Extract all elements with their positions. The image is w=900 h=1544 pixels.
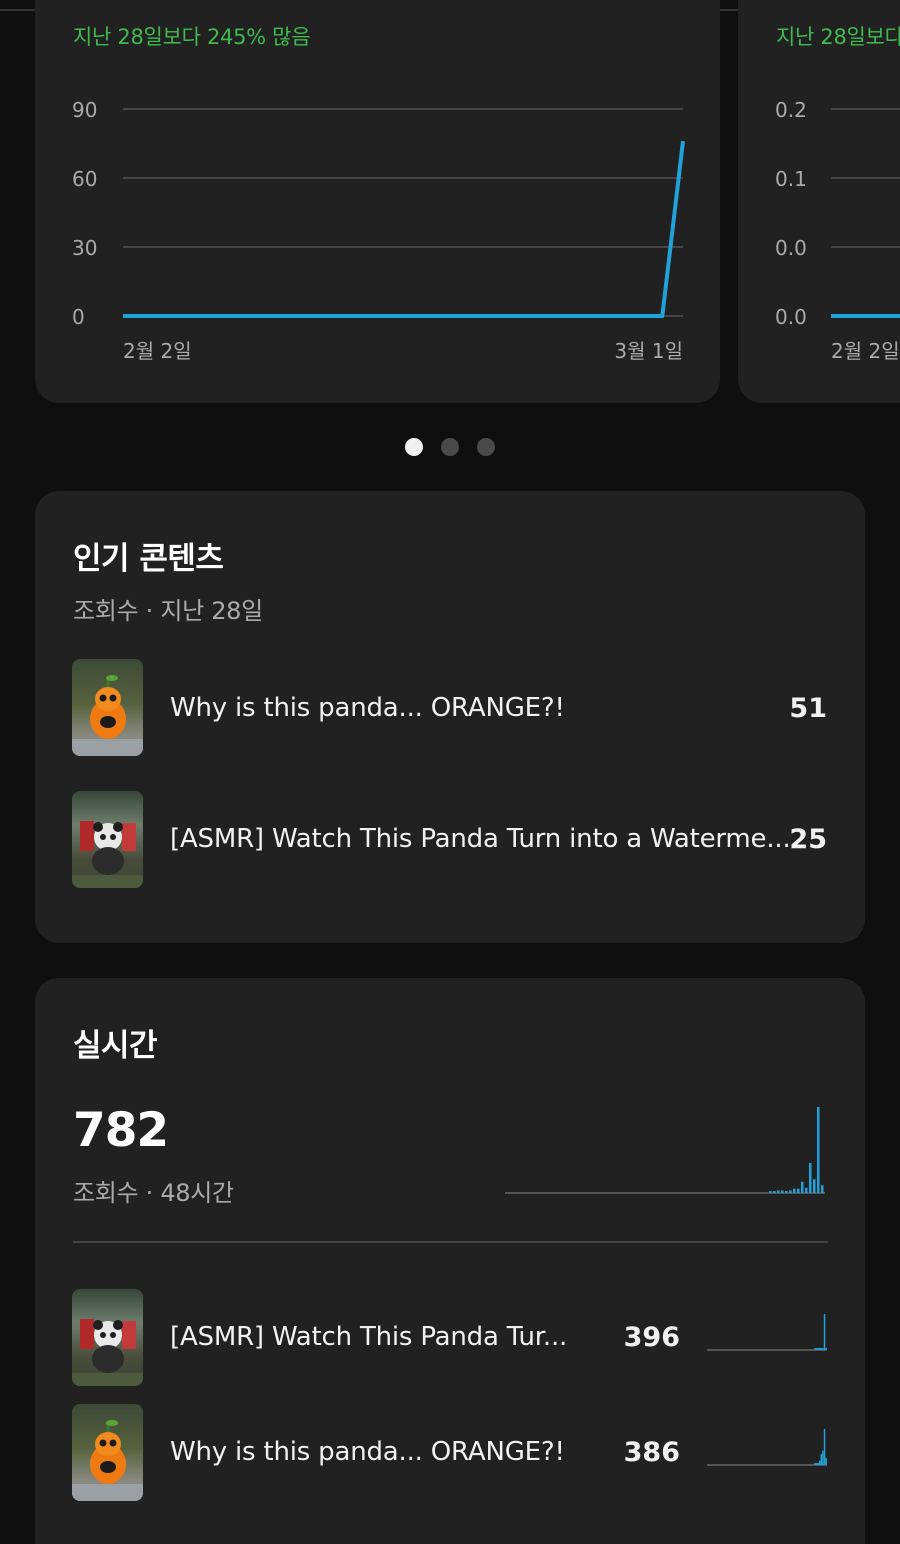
video-thumbnail[interactable]: [72, 791, 143, 888]
y-tick-label: 0.0: [775, 236, 807, 260]
item-sparkline: [707, 1314, 827, 1351]
card-title: 실시간: [73, 1028, 158, 1064]
view-count: 51: [789, 693, 827, 724]
x-tick-label: 2월 2일: [831, 339, 900, 363]
realtime-sparkline: [505, 1107, 825, 1194]
video-title[interactable]: [ASMR] Watch This Panda Tur...: [170, 1322, 567, 1352]
series-line: [123, 140, 685, 318]
view-count: 396: [623, 1322, 680, 1353]
card-subtitle: 조회수 · 지난 28일: [73, 597, 263, 625]
sparkline-bar: [781, 1190, 784, 1193]
video-thumbnail[interactable]: [72, 659, 143, 756]
y-tick-label: 0.2: [775, 98, 807, 122]
sparkline-bar: [785, 1191, 788, 1193]
sparkline-bar: [809, 1162, 812, 1193]
forest-panda-thumbnail-art: [72, 821, 143, 888]
sparkline-bar: [820, 1454, 823, 1465]
card-title: 인기 콘텐츠: [73, 541, 224, 577]
sparkline-bar: [801, 1181, 804, 1193]
secondary-chart-card[interactable]: 지난 28일보다 0.2 0.1 0.0 0.0 2월 2일: [738, 0, 900, 403]
y-tick-label: 60: [72, 167, 97, 191]
sparkline-bar: [820, 1348, 823, 1350]
orange-panda-thumbnail-art: [72, 675, 143, 756]
video-title[interactable]: Why is this panda... ORANGE?!: [170, 1437, 565, 1467]
sparkline-bar: [822, 1450, 824, 1465]
y-tick-label: 0.1: [775, 167, 807, 191]
x-tick-label: 2월 2일: [123, 339, 192, 363]
y-tick-label: 90: [72, 98, 97, 122]
views-chart-card[interactable]: 지난 28일보다 245% 많음 90 60 30 0 2월 2일 3월 1일: [35, 0, 720, 403]
popular-content-card: 인기 콘텐츠 조회수 · 지난 28일 Why is this panda...…: [35, 491, 865, 943]
sparkline-bar: [769, 1191, 772, 1193]
secondary-line-chart: 0.2 0.1 0.0 0.0 2월 2일: [775, 98, 900, 363]
sparkline-bar: [814, 1463, 816, 1465]
sparkline-bar: [822, 1348, 824, 1350]
x-tick-label: 3월 1일: [614, 339, 683, 363]
sparkline-bar: [825, 1457, 827, 1465]
sparkline-bar: [823, 1429, 826, 1465]
sparkline-bar: [817, 1107, 820, 1193]
sparkline-bar: [813, 1179, 816, 1193]
sparkline-bar: [789, 1190, 792, 1193]
sparkline-bar: [819, 1348, 821, 1350]
analytics-page: 지난 28일보다 245% 많음 90 60 30 0 2월 2일 3월 1일 지난 28…: [0, 0, 900, 1544]
sparkline-bar: [815, 1348, 818, 1350]
y-tick-label: 0.0: [775, 305, 807, 329]
video-title[interactable]: Why is this panda... ORANGE?!: [170, 693, 565, 723]
sparkline-bar: [814, 1348, 816, 1350]
sparkline-bar: [815, 1463, 818, 1465]
video-title[interactable]: [ASMR] Watch This Panda Turn into a Wate…: [170, 824, 791, 854]
y-tick-label: 0: [72, 305, 85, 329]
carousel-pager: [0, 438, 900, 456]
sparkline-bar: [773, 1191, 776, 1193]
sparkline-bar: [797, 1188, 800, 1193]
realtime-total-views: 782: [73, 1103, 169, 1158]
video-thumbnail[interactable]: [72, 1289, 143, 1386]
y-tick-label: 30: [72, 236, 97, 260]
views-line-chart: 90 60 30 0 2월 2일 3월 1일: [72, 98, 685, 363]
sparkline-bar: [825, 1348, 827, 1350]
item-sparkline: [707, 1429, 827, 1466]
view-count: 386: [623, 1437, 680, 1468]
sparkline-bar: [805, 1187, 808, 1193]
orange-panda-thumbnail-art: [72, 1420, 143, 1501]
pager-dot-3[interactable]: [477, 438, 495, 456]
sparkline-bar: [777, 1190, 780, 1193]
sparkline-bar: [823, 1314, 826, 1350]
card-subtitle: 조회수 · 48시간: [73, 1179, 234, 1207]
sparkline-bar: [819, 1460, 821, 1465]
realtime-card: 실시간 782 조회수 · 48시간 [ASMR] Watch This Pan…: [35, 978, 865, 1544]
sparkline-bar: [793, 1188, 796, 1193]
pager-dot-2[interactable]: [441, 438, 459, 456]
video-thumbnail[interactable]: [72, 1404, 143, 1501]
sparkline-bar: [817, 1348, 819, 1350]
forest-panda-thumbnail-art: [72, 1319, 143, 1386]
divider: [73, 1241, 828, 1243]
view-count: 25: [789, 824, 827, 855]
sparkline-bar: [817, 1463, 819, 1465]
sparkline-bar: [821, 1185, 824, 1193]
pager-dot-1[interactable]: [405, 438, 423, 456]
